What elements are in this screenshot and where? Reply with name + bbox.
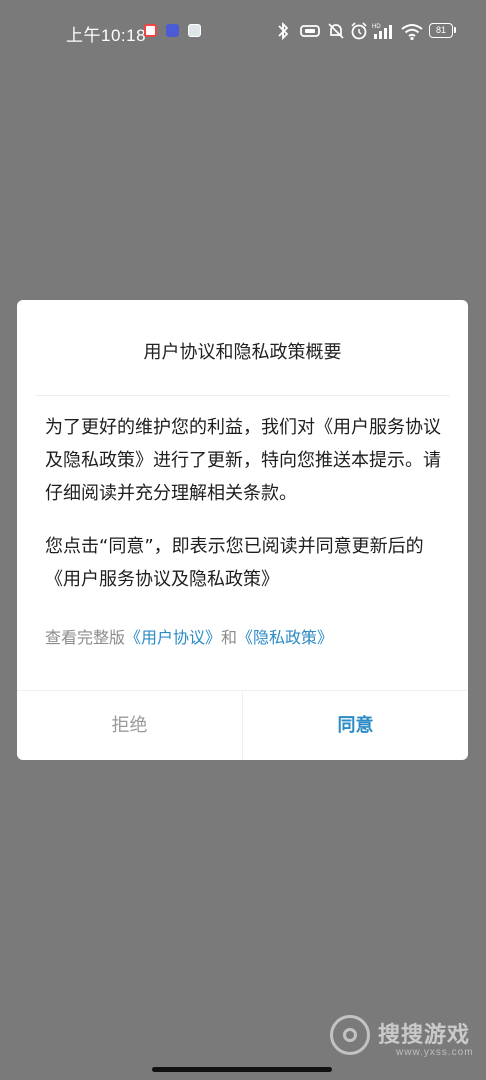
- message-icon: [188, 24, 201, 37]
- battery-icon: 81: [429, 23, 456, 38]
- dialog-paragraph-update: 为了更好的维护您的利益，我们对《用户服务协议及隐私政策》进行了更新，特向您推送本…: [45, 417, 441, 504]
- privacy-dialog: 用户协议和隐私政策概要 为了更好的维护您的利益，我们对《用户服务协议及隐私政策》…: [17, 300, 468, 760]
- watermark-text: 搜搜游戏: [378, 1023, 471, 1048]
- netease-music-icon: [144, 24, 157, 37]
- reject-button[interactable]: 拒绝: [17, 691, 242, 760]
- user-agreement-link[interactable]: 《用户协议》: [125, 628, 221, 647]
- links-joiner: 和: [221, 628, 238, 647]
- signal-icon: HD: [372, 20, 396, 42]
- app-icon: [166, 24, 179, 37]
- bluetooth-icon: [276, 20, 290, 42]
- watermark-url: www.yxss.com: [396, 1047, 474, 1058]
- title-divider: [35, 395, 450, 396]
- dialog-paragraph-consent: 您点击“同意”，即表示您已阅读并同意更新后的 《用户服务协议及隐私政策》: [45, 536, 424, 590]
- alarm-icon: [349, 20, 369, 42]
- privacy-policy-link[interactable]: 《隐私政策》: [237, 628, 333, 647]
- status-bar: 上午10:18 HD 81: [0, 0, 486, 64]
- watermark-logo-icon: [330, 1015, 370, 1055]
- agreement-links: 查看完整版《用户协议》和《隐私政策》: [45, 624, 333, 648]
- home-indicator[interactable]: [152, 1067, 332, 1072]
- links-prefix: 查看完整版: [45, 628, 126, 647]
- svg-text:HD: HD: [372, 24, 381, 30]
- wifi-icon: [400, 20, 424, 42]
- vibrate-icon: [298, 20, 322, 42]
- agree-button[interactable]: 同意: [243, 691, 468, 760]
- dialog-title: 用户协议和隐私政策概要: [143, 342, 342, 363]
- clock: 上午10:18: [66, 26, 147, 45]
- mute-icon: [326, 20, 346, 42]
